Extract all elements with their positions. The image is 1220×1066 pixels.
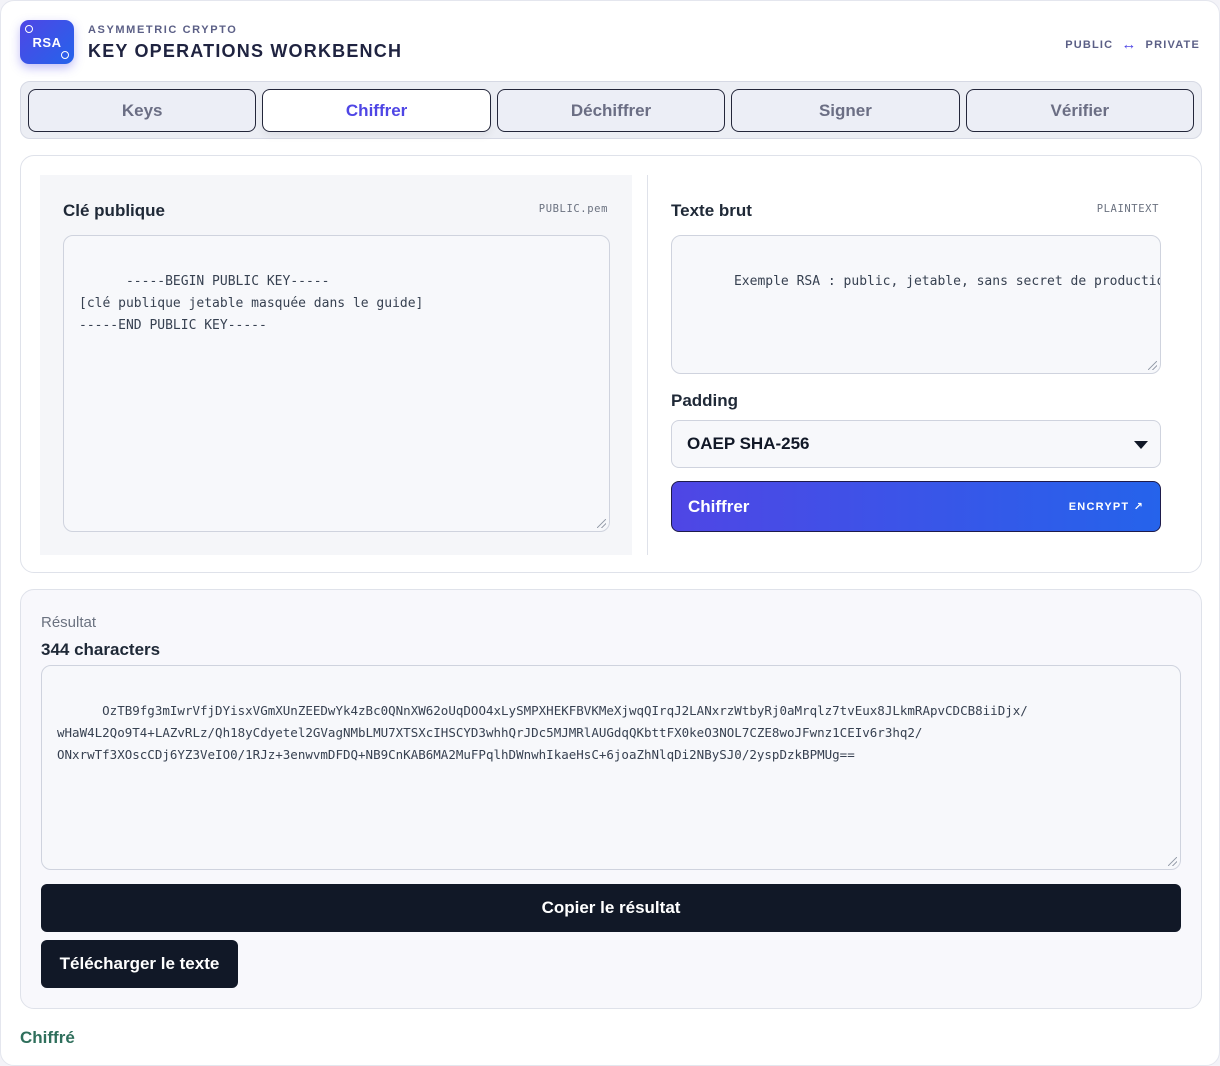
mode-private-label: PRIVATE xyxy=(1145,38,1200,51)
encrypt-button[interactable]: Chiffrer ENCRYPT ↗ xyxy=(671,481,1161,532)
result-value: OzTB9fg3mIwrVfjDYisxVGmXUnZEEDwYk4zBc0QN… xyxy=(57,703,1028,762)
mode-public-label: PUBLIC xyxy=(1065,38,1114,51)
public-key-value: -----BEGIN PUBLIC KEY----- [clé publique… xyxy=(79,274,424,333)
copy-result-button[interactable]: Copier le résultat xyxy=(41,884,1181,932)
key-dot-icon xyxy=(25,25,33,33)
encrypt-card: Clé publique PUBLIC.pem -----BEGIN PUBLI… xyxy=(20,155,1202,573)
result-char-count: 344 characters xyxy=(41,640,161,659)
plaintext-label: Texte brut xyxy=(671,201,752,220)
app-eyebrow: ASYMMETRIC CRYPTO xyxy=(88,24,238,36)
mode-indicator: PUBLIC ↔ PRIVATE xyxy=(1065,36,1200,53)
encrypt-button-label: Chiffrer xyxy=(688,496,750,516)
encrypt-button-hint: ENCRYPT ↗ xyxy=(1068,501,1144,513)
plaintext-tag: PLAINTEXT xyxy=(1096,203,1159,215)
logo-text: RSA xyxy=(32,34,62,50)
padding-selected-value: OAEP SHA-256 xyxy=(687,434,810,453)
resize-grip-icon[interactable] xyxy=(1148,361,1157,370)
download-text-button[interactable]: Télécharger le texte xyxy=(41,940,238,988)
tab-keys[interactable]: Keys xyxy=(28,89,257,132)
padding-label: Padding xyxy=(671,391,739,410)
plaintext-value: Exemple RSA : public, jetable, sans secr… xyxy=(733,274,1161,289)
swap-arrow-icon: ↔ xyxy=(1121,36,1138,53)
key-dot-icon xyxy=(61,51,69,59)
public-key-input[interactable]: -----BEGIN PUBLIC KEY----- [clé publique… xyxy=(63,235,610,532)
padding-select[interactable]: OAEP SHA-256 xyxy=(671,420,1161,468)
resize-grip-icon[interactable] xyxy=(1168,857,1177,866)
resize-grip-icon[interactable] xyxy=(597,519,606,528)
tab-chiffrer[interactable]: Chiffrer xyxy=(262,89,491,132)
rsa-logo: RSA xyxy=(20,20,74,64)
plaintext-input[interactable]: Exemple RSA : public, jetable, sans secr… xyxy=(671,235,1161,374)
result-caption: Résultat xyxy=(41,614,97,631)
tab-signer[interactable]: Signer xyxy=(731,89,960,132)
public-key-tag: PUBLIC.pem xyxy=(538,203,608,215)
tab-verifier[interactable]: Vérifier xyxy=(965,89,1195,132)
app-title: KEY OPERATIONS WORKBENCH xyxy=(88,41,403,61)
app-window: RSA ASYMMETRIC CRYPTO KEY OPERATIONS WOR… xyxy=(0,0,1220,1066)
operation-tabs: Keys Chiffrer Déchiffrer Signer Vérifier xyxy=(20,81,1202,139)
chevron-down-icon xyxy=(1134,441,1148,449)
result-output[interactable]: OzTB9fg3mIwrVfjDYisxVGmXUnZEEDwYk4zBc0QN… xyxy=(41,665,1181,870)
tab-dechiffrer[interactable]: Déchiffrer xyxy=(496,89,726,132)
status-text: Chiffré xyxy=(20,1028,75,1047)
public-key-label: Clé publique xyxy=(63,201,165,220)
panel-divider xyxy=(647,175,648,555)
result-card: Résultat 344 characters OzTB9fg3mIwrVfjD… xyxy=(20,589,1202,1009)
